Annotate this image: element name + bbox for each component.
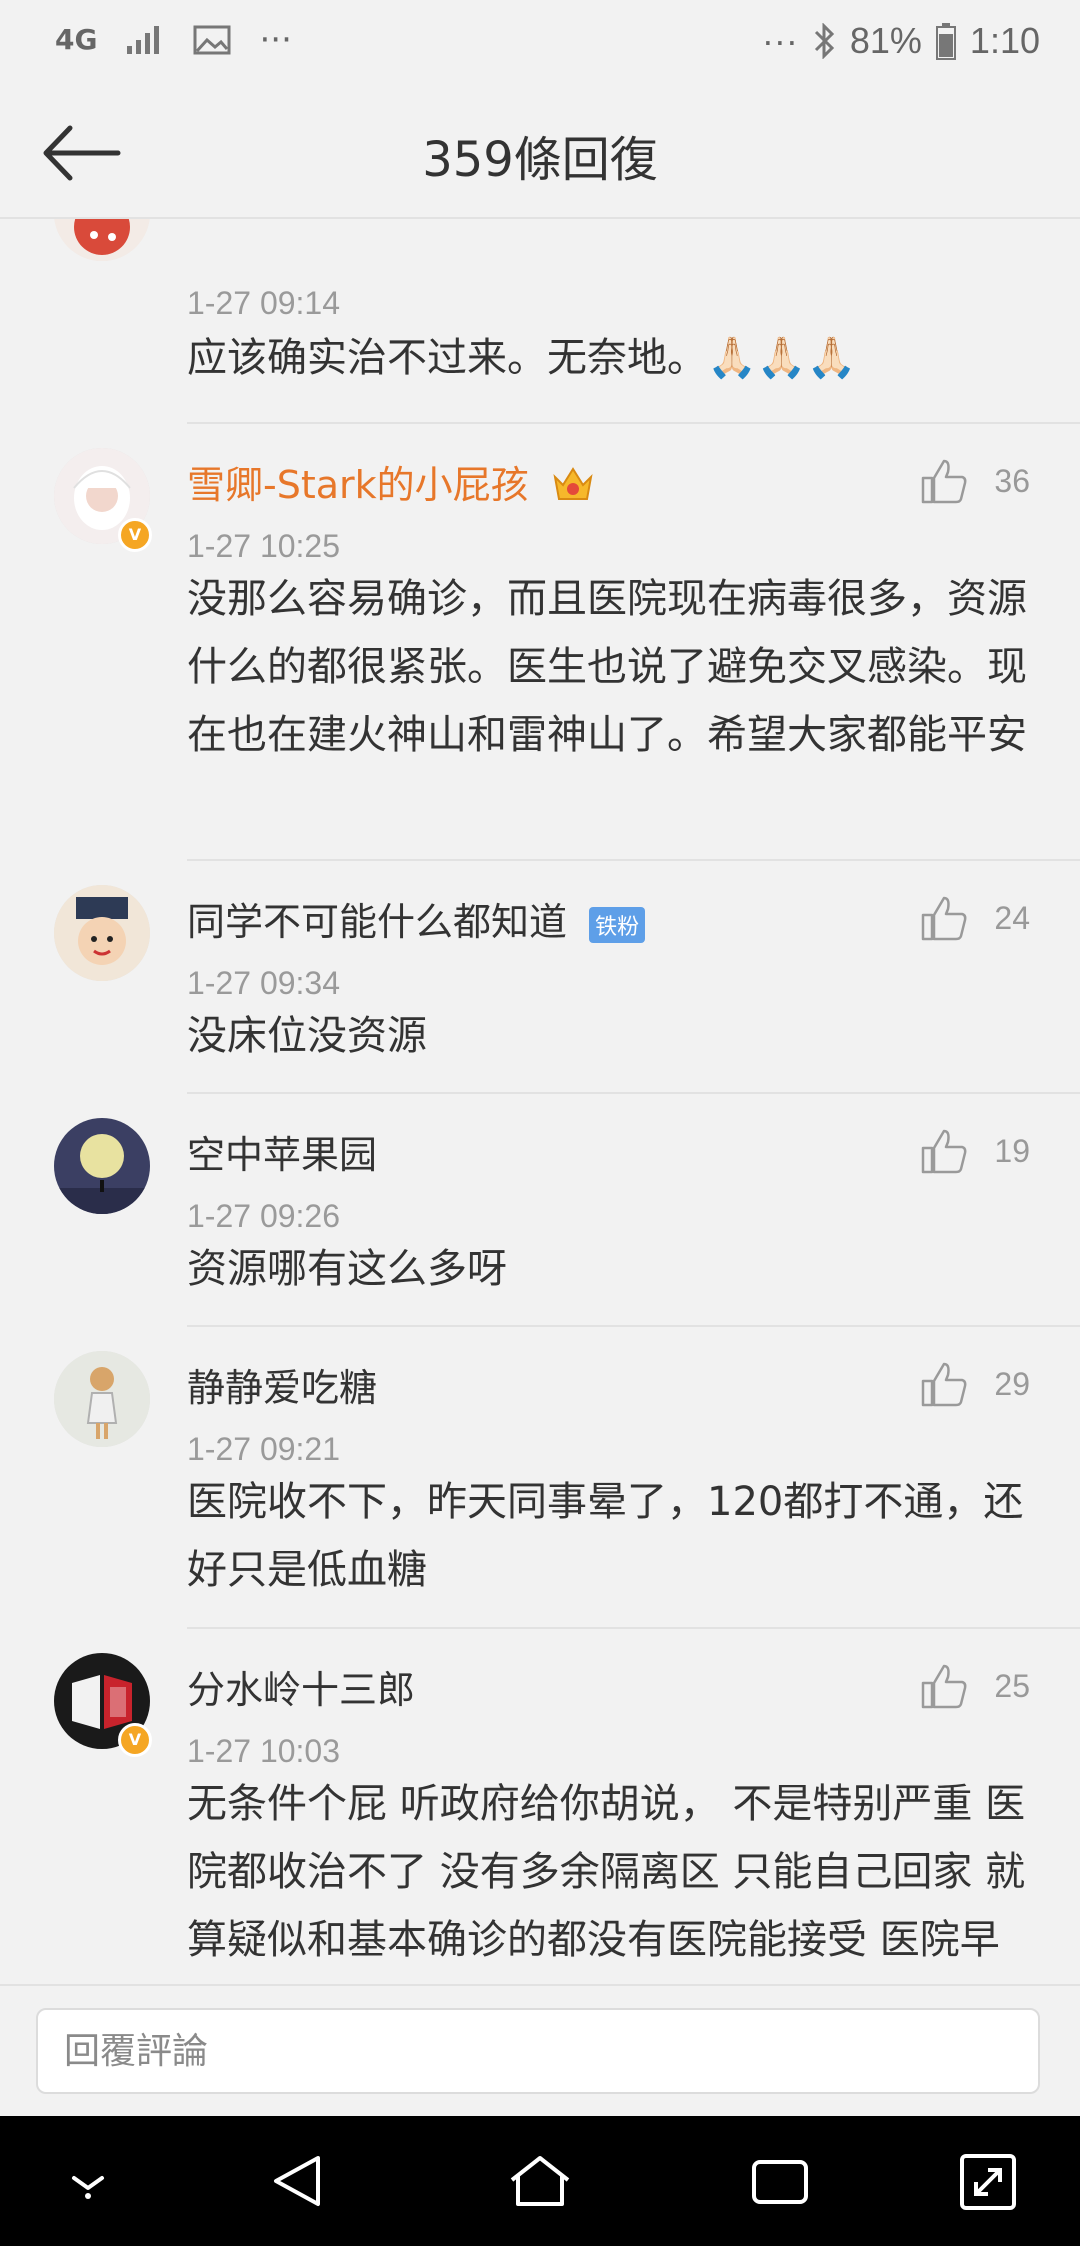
comment-item: 空中苹果园 19 1-27 09:26 资源哪有这么多呀 bbox=[0, 1094, 1080, 1327]
verified-badge-icon: V bbox=[118, 518, 152, 552]
comment-username[interactable]: 空中苹果园 bbox=[187, 1124, 377, 1179]
avatar-image bbox=[54, 1118, 150, 1214]
comment-content: 没那么容易确诊，而且医院现在病毒很多，资源什么的都很紧张。医生也说了避免交叉感染… bbox=[187, 576, 1027, 758]
comments-list[interactable]: 1-27 09:14 应该确实治不过来。无奈地。🙏🏻🙏🏻🙏🏻 V 雪卿-Star… bbox=[0, 219, 1080, 1984]
page-title: 359條回復 bbox=[422, 132, 658, 188]
avatar[interactable] bbox=[54, 1351, 150, 1447]
image-icon bbox=[193, 25, 231, 55]
back-triangle-icon bbox=[274, 2156, 320, 2206]
comment-timestamp: 1-27 10:25 bbox=[187, 528, 341, 564]
username-text: 同学不可能什么都知道 bbox=[187, 900, 568, 944]
nav-recents-button[interactable] bbox=[740, 2146, 820, 2216]
reply-input[interactable] bbox=[36, 2008, 1040, 2094]
comment-content: 无条件个屁 听政府给你胡说， 不是特别严重 医院都收治不了 没有多余隔离区 只能… bbox=[187, 1781, 1026, 1963]
comment-content: 应该确实治不过来。无奈地。🙏🏻🙏🏻🙏🏻 bbox=[187, 335, 857, 381]
avatar[interactable] bbox=[54, 1118, 150, 1214]
bluetooth-icon bbox=[814, 23, 834, 59]
comment-content: 医院收不下，昨天同事晕了，120都打不通，还好只是低血糖 bbox=[187, 1479, 1024, 1593]
comment-username[interactable]: 雪卿-Stark的小屁孩 bbox=[187, 454, 595, 512]
clock: 1:10 bbox=[969, 20, 1040, 61]
comment-timestamp: 1-27 09:14 bbox=[187, 285, 341, 321]
like-button[interactable]: 24 bbox=[920, 895, 1030, 941]
username-text: 静静爱吃糖 bbox=[187, 1366, 378, 1410]
comment-timestamp: 1-27 09:34 bbox=[187, 965, 341, 1001]
comment-username[interactable]: 分水岭十三郎 bbox=[187, 1659, 415, 1714]
thumbs-up-icon bbox=[922, 459, 967, 504]
more-notifications-icon: ··· bbox=[259, 20, 292, 60]
home-icon bbox=[510, 2156, 570, 2206]
expand-icon bbox=[960, 2154, 1016, 2210]
like-count: 19 bbox=[994, 1132, 1030, 1169]
avatar-image bbox=[54, 219, 150, 261]
thumbs-up-icon bbox=[922, 1129, 967, 1174]
like-count: 25 bbox=[994, 1667, 1030, 1704]
chevron-down-icon bbox=[72, 2176, 104, 2199]
username-text: 雪卿-Stark的小屁孩 bbox=[187, 463, 529, 507]
avatar[interactable] bbox=[54, 219, 150, 261]
like-count: 29 bbox=[994, 1365, 1030, 1402]
like-button[interactable]: 36 bbox=[920, 458, 1030, 504]
like-count: 36 bbox=[994, 462, 1030, 499]
username-text: 空中苹果园 bbox=[187, 1133, 378, 1177]
like-button[interactable]: 19 bbox=[920, 1128, 1030, 1174]
reply-bar bbox=[0, 1984, 1080, 2118]
avatar-image bbox=[54, 1351, 150, 1447]
like-count: 24 bbox=[994, 899, 1030, 936]
signal-icon bbox=[127, 26, 160, 54]
comment-item: 静静爱吃糖 29 1-27 09:21 医院收不下，昨天同事晕了，120都打不通… bbox=[0, 1327, 1080, 1629]
comment-timestamp: 1-27 09:21 bbox=[187, 1431, 341, 1467]
battery-percent: 81% bbox=[849, 20, 922, 61]
navigation-bar bbox=[0, 2116, 1080, 2246]
comment-item: V 分水岭十三郎 25 1-27 10:03 无条件个屁 听政府给你胡说， 不是… bbox=[0, 1629, 1080, 1984]
crown-icon bbox=[551, 463, 595, 512]
like-button[interactable]: 29 bbox=[920, 1361, 1030, 1407]
nav-home-button[interactable] bbox=[500, 2146, 580, 2216]
avatar[interactable] bbox=[54, 885, 150, 981]
comment-item: 同学不可能什么都知道 铁粉 24 1-27 09:34 没床位没资源 bbox=[0, 861, 1080, 1094]
nav-collapse-button[interactable] bbox=[48, 2146, 128, 2216]
fan-badge: 铁粉 bbox=[589, 906, 646, 943]
comment-timestamp: 1-27 10:03 bbox=[187, 1733, 341, 1769]
nav-back-button[interactable] bbox=[258, 2146, 338, 2216]
comment-timestamp: 1-27 09:26 bbox=[187, 1198, 341, 1234]
comment-item: V 雪卿-Stark的小屁孩 36 1-27 10:25 没那么容易确诊，而且医… bbox=[0, 424, 1080, 861]
network-type: 4G bbox=[55, 23, 98, 56]
recents-icon bbox=[752, 2160, 808, 2204]
battery-icon bbox=[935, 23, 956, 60]
comment-username[interactable]: 静静爱吃糖 bbox=[187, 1357, 377, 1412]
comment-content: 没床位没资源 bbox=[187, 1013, 427, 1059]
thumbs-up-icon bbox=[922, 1664, 967, 1709]
thumbs-up-icon bbox=[922, 896, 967, 941]
comment-username[interactable]: 同学不可能什么都知道 铁粉 bbox=[187, 891, 646, 946]
avatar-image bbox=[54, 885, 150, 981]
verified-badge-icon: V bbox=[118, 1723, 152, 1757]
status-left: 4G ··· bbox=[55, 20, 292, 60]
header: 359條回復 bbox=[0, 90, 1080, 219]
more-status-icon: ··· bbox=[761, 20, 798, 61]
nav-expand-button[interactable] bbox=[948, 2146, 1028, 2216]
like-button[interactable]: 25 bbox=[920, 1663, 1030, 1709]
username-text: 分水岭十三郎 bbox=[187, 1668, 416, 1712]
comment-content: 资源哪有这么多呀 bbox=[187, 1246, 507, 1292]
status-right: ··· 81% 1:10 bbox=[762, 20, 1040, 62]
status-bar: 4G ··· ··· 81% 1:10 bbox=[0, 0, 1080, 90]
thumbs-up-icon bbox=[922, 1362, 967, 1407]
